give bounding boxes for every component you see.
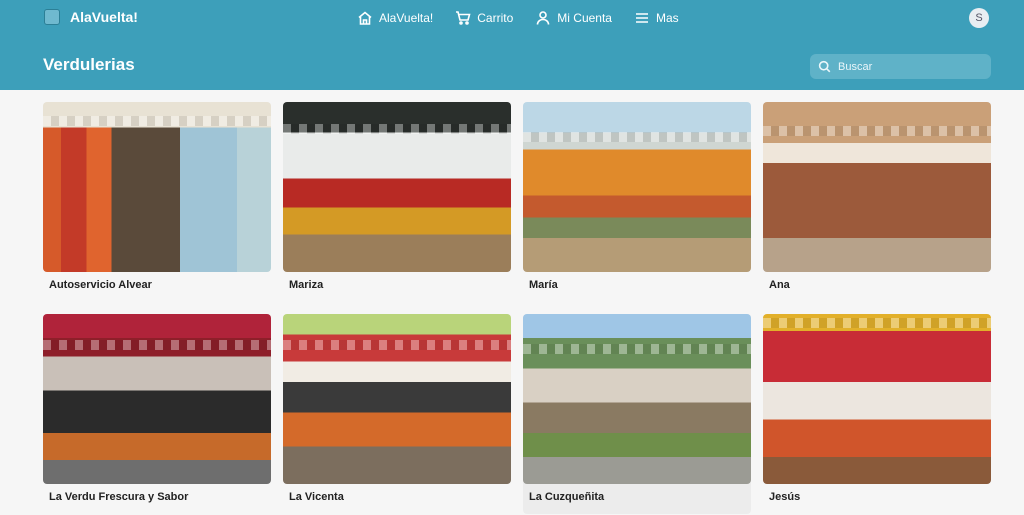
store-image <box>283 314 511 484</box>
avatar[interactable]: S <box>969 8 989 28</box>
nav-item-home[interactable]: AlaVuelta! <box>357 10 433 26</box>
store-image <box>43 102 271 272</box>
store-image <box>523 102 751 272</box>
store-card[interactable]: María <box>523 102 751 302</box>
store-image <box>523 314 751 484</box>
store-name: La Cuzqueñita <box>529 491 605 503</box>
nav-item-account[interactable]: Mi Cuenta <box>535 10 612 26</box>
store-name: Autoservicio Alvear <box>49 279 152 291</box>
store-card[interactable]: Jesús <box>763 314 991 514</box>
nav-item-more[interactable]: Mas <box>634 10 679 26</box>
store-card[interactable]: Mariza <box>283 102 511 302</box>
user-icon <box>536 11 550 25</box>
search-box <box>810 54 991 79</box>
store-image <box>283 102 511 272</box>
store-name: La Vicenta <box>289 491 344 503</box>
cart-icon <box>456 11 471 25</box>
nav-item-label: Mas <box>655 11 679 25</box>
store-name: Jesús <box>769 491 801 503</box>
store-card[interactable]: La Cuzqueñita <box>523 314 751 514</box>
brand-name: AlaVuelta! <box>70 9 138 25</box>
store-card[interactable]: La Vicenta <box>283 314 511 514</box>
main-nav: AlaVuelta! Carrito Mi Cuenta Mas <box>357 10 679 26</box>
store-card[interactable]: Autoservicio Alvear <box>43 102 271 302</box>
nav-item-label: AlaVuelta! <box>379 11 434 25</box>
store-card[interactable]: La Verdu Frescura y Sabor <box>43 314 271 514</box>
store-name: Ana <box>769 279 790 291</box>
store-name: Mariza <box>289 279 324 291</box>
store-image <box>763 102 991 272</box>
store-name: La Verdu Frescura y Sabor <box>49 491 189 503</box>
search-icon <box>818 60 831 73</box>
search-input[interactable] <box>838 60 978 73</box>
top-bar: AlaVuelta! AlaVuelta! Carrito Mi Cuenta … <box>0 0 1024 90</box>
page-title: Verdulerias <box>43 55 135 74</box>
nav-item-cart[interactable]: Carrito <box>455 10 513 26</box>
store-card[interactable]: Ana <box>763 102 991 302</box>
menu-icon <box>635 13 648 23</box>
brand[interactable]: AlaVuelta! <box>44 9 138 25</box>
store-name: María <box>529 279 558 291</box>
store-image <box>43 314 271 484</box>
store-image <box>763 314 991 484</box>
store-grid: Autoservicio Alvear Mariza María Ana La … <box>43 102 992 514</box>
logo-icon <box>44 9 60 25</box>
home-icon <box>358 11 372 25</box>
nav-item-label: Mi Cuenta <box>557 11 612 25</box>
nav-item-label: Carrito <box>477 11 514 25</box>
